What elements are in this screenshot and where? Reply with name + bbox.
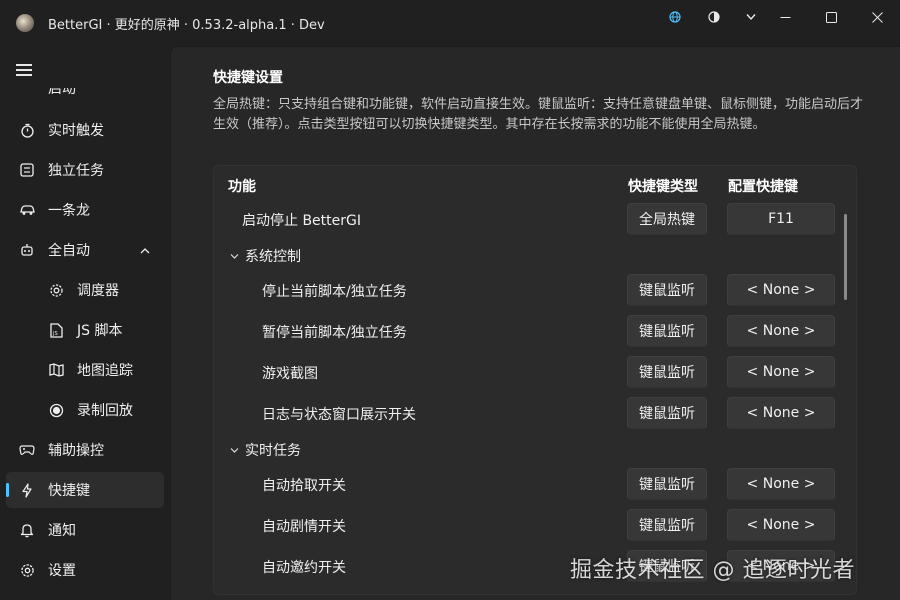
svg-text:JS: JS <box>52 331 58 337</box>
hotkey-label: 自动邀约开关 <box>262 560 346 576</box>
hotkey-type-button[interactable]: 键鼠监听 <box>627 315 707 347</box>
list-box-icon <box>19 162 35 178</box>
sidebar-item-label: 地图追踪 <box>77 363 133 379</box>
sidebar-item-label: JS 脚本 <box>77 323 123 339</box>
sidebar-item-label: 实时触发 <box>48 123 104 139</box>
group-header-system[interactable]: 系统控制 <box>230 246 301 266</box>
bot-icon <box>19 242 35 258</box>
sidebar-item-label: 全自动 <box>48 243 90 259</box>
group-label: 系统控制 <box>245 249 301 265</box>
window-title: BetterGI · 更好的原神 · 0.53.2-alpha.1 · Dev <box>48 18 325 33</box>
hotkey-type-button[interactable]: 键鼠监听 <box>627 468 707 500</box>
sidebar-item-label: 独立任务 <box>48 163 104 179</box>
hotkey-type-button[interactable]: 键鼠监听 <box>627 397 707 429</box>
minimize-icon[interactable] <box>762 0 808 34</box>
sidebar-item-tasks[interactable]: 独立任务 <box>6 152 164 188</box>
sidebar-item-map-tracking[interactable]: 地图追踪 <box>6 352 164 388</box>
hamburger-menu-icon[interactable] <box>16 64 32 76</box>
vertical-scrollbar[interactable] <box>844 214 847 300</box>
hotkey-table: 功能 快捷键类型 配置快捷键 启动停止 BetterGI 全局热键 F11 系统… <box>213 165 857 595</box>
sidebar-item-label: 调度器 <box>77 283 119 299</box>
bell-icon <box>19 522 35 538</box>
chevron-down-icon <box>230 253 239 260</box>
sidebar-item-settings[interactable]: 设置 <box>6 552 164 588</box>
sidebar-item-label: 一条龙 <box>48 203 90 219</box>
column-header-key: 配置快捷键 <box>728 179 798 195</box>
lightning-icon <box>19 482 35 498</box>
sidebar-item-label: 录制回放 <box>77 403 133 419</box>
hotkey-key-button[interactable]: < None > <box>727 315 835 347</box>
hotkey-key-button[interactable]: < None > <box>727 356 835 388</box>
hotkey-key-button[interactable]: < None > <box>727 468 835 500</box>
hotkey-label: 停止当前脚本/独立任务 <box>262 284 407 300</box>
theme-icon[interactable] <box>696 0 732 34</box>
hotkey-type-button[interactable]: 键鼠监听 <box>627 356 707 388</box>
title-bar: BetterGI · 更好的原神 · 0.53.2-alpha.1 · Dev <box>0 0 900 46</box>
hotkey-key-button[interactable]: < None > <box>727 397 835 429</box>
main-content: 快捷键设置 全局热键：只支持组合键和功能键，软件启动直接生效。键鼠监听：支持任意… <box>170 46 900 600</box>
gamepad-icon <box>19 442 35 458</box>
play-icon <box>19 88 35 96</box>
hotkey-label: 游戏截图 <box>262 366 318 382</box>
watermark: 掘金技术社区 @ 追逐时光者 <box>570 558 855 583</box>
page-description: 全局热键：只支持组合键和功能键，软件启动直接生效。键鼠监听：支持任意键盘单键、鼠… <box>213 97 864 132</box>
sidebar-item-hotkeys[interactable]: 快捷键 <box>6 472 164 508</box>
sidebar-item-label: 启动 <box>48 81 76 97</box>
hotkey-label: 自动剧情开关 <box>262 519 346 535</box>
sidebar-item-assist[interactable]: 辅助操控 <box>6 432 164 468</box>
sidebar-item-realtime[interactable]: 实时触发 <box>6 112 164 148</box>
sidebar-item-notify[interactable]: 通知 <box>6 512 164 548</box>
sidebar-item-dragon[interactable]: 一条龙 <box>6 192 164 228</box>
maximize-icon[interactable] <box>808 0 854 34</box>
hotkey-label: 暂停当前脚本/独立任务 <box>262 325 407 341</box>
sidebar-item-start-partial[interactable]: 启动 <box>6 81 164 102</box>
sidebar-item-label: 设置 <box>48 563 76 579</box>
sidebar-item-label: 快捷键 <box>48 483 90 499</box>
sidebar: 启动 实时触发 独立任务 一条龙 全自动 调度器 JS JS 脚本 地图追踪 录… <box>0 46 170 600</box>
sidebar-item-record-replay[interactable]: 录制回放 <box>6 392 164 428</box>
hotkey-type-button[interactable]: 键鼠监听 <box>627 274 707 306</box>
hotkey-label: 日志与状态窗口展示开关 <box>262 407 416 423</box>
hotkey-type-button[interactable]: 全局热键 <box>627 203 707 235</box>
js-file-icon: JS <box>48 322 64 338</box>
column-header-type: 快捷键类型 <box>628 179 698 195</box>
gear-icon <box>48 282 64 298</box>
sidebar-item-label: 辅助操控 <box>48 443 104 459</box>
chevron-up-icon[interactable] <box>140 243 150 259</box>
timer-icon <box>19 122 35 138</box>
sidebar-item-auto[interactable]: 全自动 <box>6 232 164 268</box>
sidebar-item-js-script[interactable]: JS JS 脚本 <box>6 312 164 348</box>
sidebar-item-scheduler[interactable]: 调度器 <box>6 272 164 308</box>
car-icon <box>19 202 35 218</box>
close-icon[interactable] <box>854 0 900 34</box>
sidebar-item-label: 通知 <box>48 523 76 539</box>
settings-icon <box>19 562 35 578</box>
hotkey-key-button[interactable]: F11 <box>727 203 835 235</box>
hotkey-key-button[interactable]: < None > <box>727 274 835 306</box>
page-title: 快捷键设置 <box>213 70 283 86</box>
app-logo-icon <box>16 14 34 32</box>
globe-icon[interactable] <box>657 0 693 34</box>
hotkey-label: 启动停止 BetterGI <box>242 213 361 229</box>
map-icon <box>48 362 64 378</box>
hotkey-label: 自动拾取开关 <box>262 478 346 494</box>
column-header-function: 功能 <box>228 179 256 195</box>
group-header-realtime[interactable]: 实时任务 <box>230 440 301 460</box>
hotkey-key-button[interactable]: < None > <box>727 509 835 541</box>
hotkey-type-button[interactable]: 键鼠监听 <box>627 509 707 541</box>
chevron-down-icon <box>230 447 239 454</box>
record-icon <box>48 402 64 418</box>
group-label: 实时任务 <box>245 443 301 459</box>
